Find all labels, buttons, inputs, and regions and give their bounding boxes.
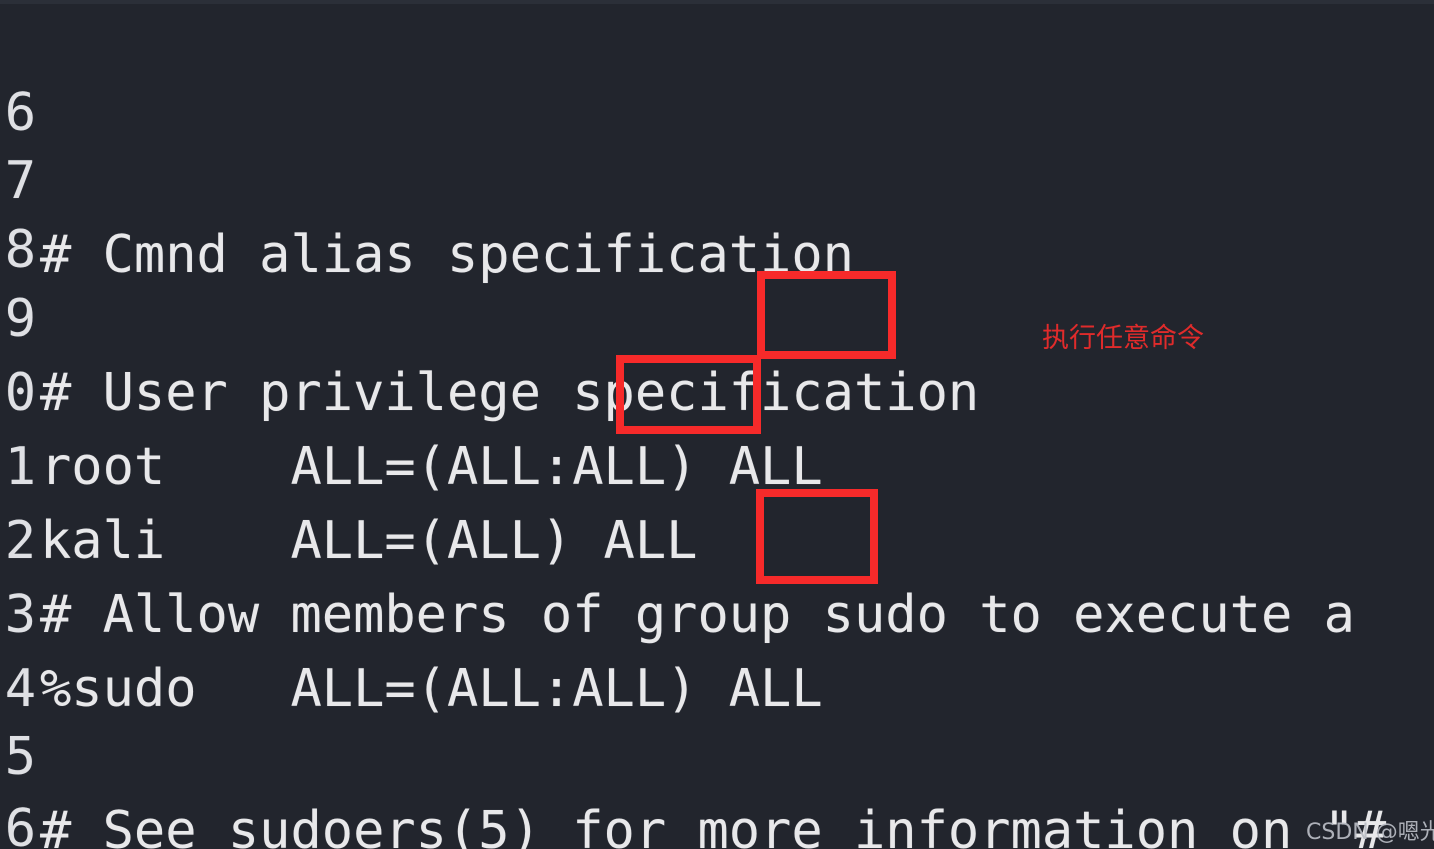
line-content: # See sudoers(5) for more information on… [40, 801, 1387, 849]
editor-line: 9 # User privilege specification [0, 208, 980, 423]
editor-line: 6 [0, 718, 188, 849]
highlight-box-root-all [757, 271, 896, 359]
editor-line: 2 # Allow members of group sudo to execu… [0, 430, 1355, 645]
highlight-box-sudo-all [756, 489, 878, 584]
editor-line: 8 [0, 139, 188, 280]
editor-line: 7 #includedir /etc/sudoers.d [0, 786, 188, 849]
editor-line: 6 [0, 2, 188, 143]
line-content: # Allow members of group sudo to execute… [40, 585, 1355, 645]
watermark: CSDN @嗯光 [1306, 820, 1434, 845]
editor-line: 7 # Cmnd alias specification [0, 70, 854, 285]
editor-line: 4 [0, 578, 188, 719]
highlight-box-kali-all [616, 355, 761, 434]
editor-line: 3 %sudo ALL=(ALL:ALL) ALL [0, 504, 823, 719]
editor-line: 5 # See sudoers(5) for more information … [0, 646, 1387, 849]
annotation-note: 执行任意命令 [1042, 323, 1204, 354]
editor-line: 1 kali ALL=(ALL) ALL [0, 356, 698, 571]
editor-line: 0 root ALL=(ALL:ALL) ALL [0, 282, 823, 497]
terminal-screenshot: 6 7 # Cmnd alias specification 8 9 # Use… [0, 0, 1434, 849]
